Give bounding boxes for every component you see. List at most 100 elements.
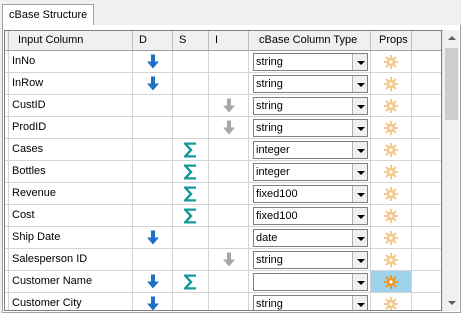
cbase-type-select[interactable]: string — [253, 53, 368, 71]
cbase-type-cell: date — [249, 227, 371, 248]
index-cell[interactable] — [209, 95, 249, 116]
index-cell[interactable] — [209, 139, 249, 160]
cbase-type-select[interactable]: fixed100 — [253, 185, 368, 203]
props-cell[interactable] — [371, 51, 412, 72]
index-cell[interactable] — [209, 249, 249, 270]
header-i[interactable]: I — [209, 31, 249, 50]
props-cell[interactable] — [371, 227, 412, 248]
dropdown-button[interactable] — [352, 230, 367, 246]
cbase-type-select[interactable]: string — [253, 75, 368, 93]
props-cell[interactable] — [371, 73, 412, 94]
cbase-type-value: string — [256, 298, 283, 310]
dimension-cell[interactable] — [133, 205, 173, 226]
index-cell[interactable] — [209, 205, 249, 226]
summary-cell[interactable] — [173, 95, 209, 116]
cbase-type-select[interactable] — [253, 273, 368, 291]
props-cell[interactable] — [371, 117, 412, 138]
summary-cell[interactable] — [173, 293, 209, 310]
dimension-cell[interactable] — [133, 73, 173, 94]
summary-cell[interactable] — [173, 139, 209, 160]
dropdown-button[interactable] — [352, 76, 367, 92]
dropdown-button[interactable] — [352, 186, 367, 202]
summary-cell[interactable] — [173, 73, 209, 94]
gear-props-icon — [384, 54, 398, 69]
cbase-type-select[interactable]: string — [253, 295, 368, 310]
dimension-cell[interactable] — [133, 51, 173, 72]
dropdown-button[interactable] — [352, 142, 367, 158]
dropdown-button[interactable] — [352, 54, 367, 70]
header-cbase-column-type[interactable]: cBase Column Type — [249, 31, 371, 50]
props-cell[interactable] — [371, 183, 412, 204]
summary-cell[interactable] — [173, 51, 209, 72]
input-column-cell: InNo — [9, 51, 133, 72]
dropdown-button[interactable] — [352, 296, 367, 310]
header-s[interactable]: S — [173, 31, 209, 50]
index-cell[interactable] — [209, 183, 249, 204]
dropdown-button[interactable] — [352, 120, 367, 136]
props-cell[interactable] — [371, 293, 412, 310]
chevron-down-icon — [357, 259, 365, 263]
index-cell[interactable] — [209, 73, 249, 94]
scroll-down-button[interactable] — [443, 294, 460, 311]
vertical-scrollbar[interactable] — [442, 30, 459, 311]
dropdown-button[interactable] — [352, 274, 367, 290]
cbase-type-value: integer — [256, 144, 290, 156]
dimension-cell[interactable] — [133, 183, 173, 204]
cbase-type-select[interactable]: string — [253, 97, 368, 115]
props-cell[interactable] — [371, 205, 412, 226]
dropdown-button[interactable] — [352, 164, 367, 180]
index-cell[interactable] — [209, 51, 249, 72]
props-cell[interactable] — [371, 95, 412, 116]
cbase-type-select[interactable]: integer — [253, 163, 368, 181]
cbase-type-select[interactable]: integer — [253, 141, 368, 159]
table-row: Bottles integer — [5, 161, 441, 183]
scroll-thumb[interactable] — [445, 48, 458, 120]
scroll-up-button[interactable] — [443, 30, 460, 47]
props-cell[interactable] — [371, 161, 412, 182]
summary-cell[interactable] — [173, 271, 209, 292]
index-cell[interactable] — [209, 117, 249, 138]
cbase-type-select[interactable]: string — [253, 251, 368, 269]
summary-cell[interactable] — [173, 227, 209, 248]
header-d[interactable]: D — [133, 31, 173, 50]
props-cell[interactable] — [371, 139, 412, 160]
props-cell[interactable] — [371, 249, 412, 270]
index-cell[interactable] — [209, 271, 249, 292]
table-row: InRow string — [5, 73, 441, 95]
dimension-cell[interactable] — [133, 139, 173, 160]
dimension-cell[interactable] — [133, 249, 173, 270]
gear-props-icon — [384, 230, 398, 245]
cbase-type-cell: string — [249, 293, 371, 310]
table-row: Customer Name — [5, 271, 441, 293]
cbase-type-select[interactable]: date — [253, 229, 368, 247]
dimension-cell[interactable] — [133, 117, 173, 138]
dropdown-button[interactable] — [352, 208, 367, 224]
table-row: InNo string — [5, 51, 441, 73]
chevron-down-icon — [357, 61, 365, 65]
header-input-column[interactable]: Input Column — [9, 31, 133, 50]
summary-cell[interactable] — [173, 205, 209, 226]
tab-cbase-structure[interactable]: cBase Structure — [2, 4, 94, 27]
cbase-type-select[interactable]: fixed100 — [253, 207, 368, 225]
index-cell[interactable] — [209, 227, 249, 248]
dropdown-button[interactable] — [352, 98, 367, 114]
dimension-cell[interactable] — [133, 95, 173, 116]
props-cell[interactable] — [371, 271, 412, 292]
summary-cell[interactable] — [173, 161, 209, 182]
row-filler — [412, 51, 441, 72]
summary-cell[interactable] — [173, 249, 209, 270]
dropdown-button[interactable] — [352, 252, 367, 268]
row-filler — [412, 139, 441, 160]
index-cell[interactable] — [209, 293, 249, 310]
summary-cell[interactable] — [173, 183, 209, 204]
table-row: CustID string — [5, 95, 441, 117]
index-cell[interactable] — [209, 161, 249, 182]
dimension-cell[interactable] — [133, 227, 173, 248]
dimension-cell[interactable] — [133, 271, 173, 292]
cbase-type-select[interactable]: string — [253, 119, 368, 137]
header-props[interactable]: Props — [371, 31, 412, 50]
summary-cell[interactable] — [173, 117, 209, 138]
dimension-cell[interactable] — [133, 161, 173, 182]
dimension-cell[interactable] — [133, 293, 173, 310]
row-filler — [412, 271, 441, 292]
